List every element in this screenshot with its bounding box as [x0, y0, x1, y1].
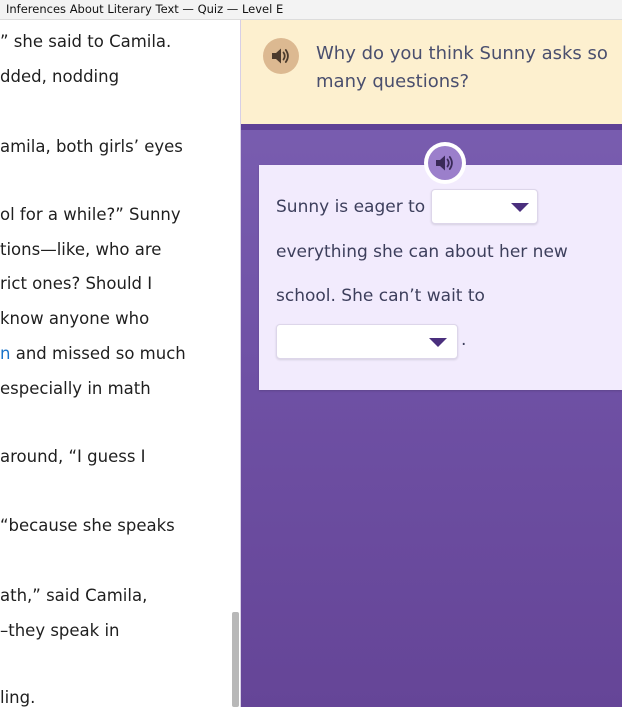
passage-scrollbar[interactable] — [231, 20, 240, 707]
answer-text-line-1: Sunny is eager to — [276, 197, 426, 217]
answer-text-line-3: school. She can’t wait to — [276, 286, 485, 306]
passage-line: amila, both girls’ eyes — [0, 137, 183, 156]
chevron-down-icon — [511, 203, 529, 212]
passage-line: “because she speaks — [0, 516, 175, 535]
glossary-link[interactable]: n — [0, 344, 10, 363]
speaker-icon — [436, 155, 453, 171]
answer-card: Sunny is eager to everything she can abo… — [259, 165, 622, 390]
passage-line: know anyone who — [0, 309, 150, 328]
passage-scrollbar-thumb[interactable] — [232, 612, 239, 707]
answer-sentence-end: . — [461, 330, 467, 350]
passage-line: rict ones? Should I — [0, 274, 153, 293]
passage-line: ath,” said Camila, — [0, 586, 148, 605]
passage-line: around, “I guess I — [0, 447, 146, 466]
passage-line: –they speak in — [0, 621, 120, 640]
question-pane: Why do you think Sunny asks so many ques… — [241, 20, 622, 707]
speaker-icon — [272, 48, 289, 64]
answer-audio-button[interactable] — [424, 142, 466, 184]
window-title: Inferences About Literary Text — Quiz — … — [0, 0, 622, 20]
answer-dropdown-1[interactable] — [431, 189, 538, 224]
passage-line: ol for a while?” Sunny — [0, 205, 181, 224]
chevron-down-icon — [429, 338, 447, 347]
passage-line: ling. — [0, 688, 36, 707]
passage-line: dded, nodding — [0, 67, 120, 86]
passage-line: especially in math — [0, 379, 151, 398]
answer-audio-button-inner — [428, 146, 462, 180]
question-banner: Why do you think Sunny asks so many ques… — [241, 20, 622, 130]
answer-text-line-2: everything she can about her new — [276, 242, 568, 262]
reading-passage-pane[interactable]: ” she said to Camila. dded, nodding amil… — [0, 20, 240, 707]
answer-dropdown-2[interactable] — [276, 324, 458, 359]
question-text: Why do you think Sunny asks so many ques… — [316, 43, 608, 92]
question-audio-button[interactable] — [263, 38, 299, 74]
passage-line: ” she said to Camila. — [0, 32, 172, 51]
passage-line: tions—like, who are — [0, 240, 162, 259]
quiz-window: Inferences About Literary Text — Quiz — … — [0, 0, 622, 707]
passage-line: n and missed so much — [0, 344, 186, 363]
